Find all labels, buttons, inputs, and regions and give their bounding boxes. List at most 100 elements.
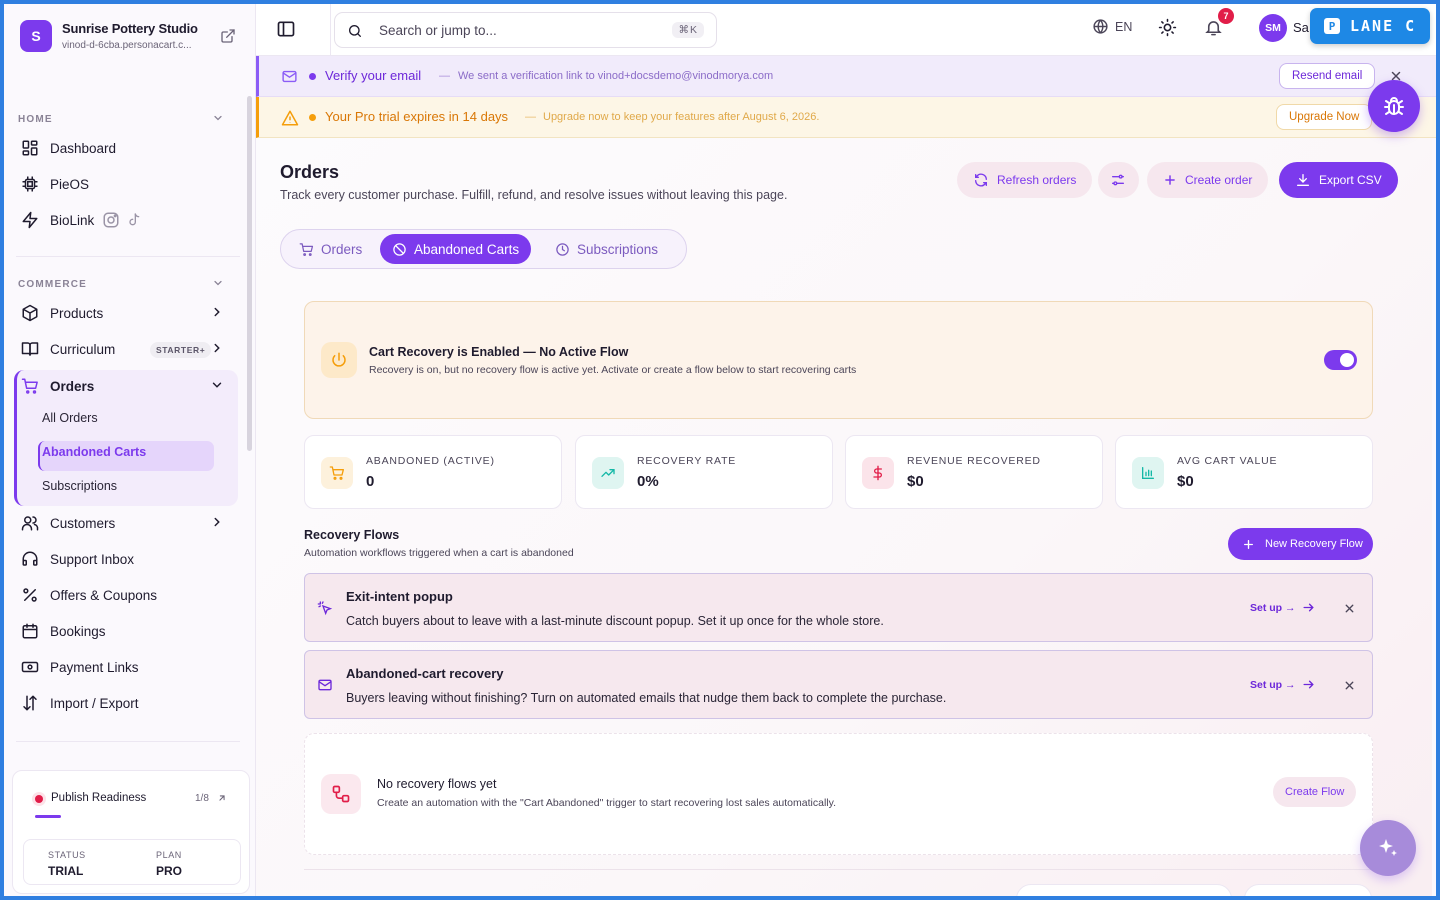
avatar[interactable]: SM — [1259, 14, 1287, 42]
cart-icon — [20, 376, 40, 396]
sidebar-subitem-all-orders[interactable]: All Orders — [42, 411, 98, 425]
new-recovery-flow-button[interactable]: New Recovery Flow — [1228, 528, 1373, 560]
import-export-icon — [20, 693, 40, 713]
sidebar-item-biolink[interactable]: BioLink — [14, 204, 236, 236]
tab-abandoned-carts[interactable]: Abandoned Carts — [380, 234, 532, 264]
sidebar-item-bookings[interactable]: Bookings — [14, 615, 236, 647]
flow-title: Exit-intent popup — [346, 589, 453, 604]
sidebar-item-import-export[interactable]: Import / Export — [14, 687, 236, 719]
bar-chart-icon — [1132, 457, 1164, 489]
globe-icon — [1092, 18, 1109, 35]
theme-toggle-icon[interactable] — [1158, 18, 1177, 37]
arrow-up-right-icon[interactable] — [217, 793, 227, 803]
external-link-icon[interactable] — [220, 28, 236, 44]
cart-recovery-toggle[interactable] — [1324, 350, 1357, 370]
sidebar-item-products[interactable]: Products — [14, 297, 236, 329]
notification-count-badge: 7 — [1218, 8, 1234, 24]
user-name[interactable]: Sa — [1293, 20, 1309, 35]
warning-icon — [281, 109, 299, 127]
sidebar-item-label: Customers — [50, 515, 116, 531]
dollar-icon — [862, 457, 894, 489]
sidebar-item-label: Offers & Coupons — [50, 587, 158, 603]
main-content: Orders Track every customer purchase. Fu… — [256, 138, 1432, 896]
resend-email-button[interactable]: Resend email — [1279, 63, 1376, 89]
sidebar-item-pieos[interactable]: PieOS — [14, 168, 236, 200]
sidebar-item-label: Orders — [50, 378, 95, 394]
sidebar-scrollbar[interactable] — [247, 96, 252, 451]
search-input[interactable]: Search or jump to... ⌘K — [334, 12, 717, 48]
stat-label: REVENUE RECOVERED — [907, 455, 1041, 467]
empty-text: Create an automation with the "Cart Aban… — [377, 797, 837, 809]
sidebar-item-offers-coupons[interactable]: Offers & Coupons — [14, 579, 236, 611]
close-icon[interactable] — [1343, 679, 1356, 692]
lane-indicator: P LANE C — [1310, 8, 1430, 44]
chevron-down-icon[interactable] — [212, 112, 224, 124]
plan-label: PLAN — [156, 850, 182, 860]
sidebar-item-support-inbox[interactable]: Support Inbox — [14, 543, 236, 575]
stat-value: 0 — [366, 473, 375, 490]
bug-report-button[interactable] — [1368, 80, 1420, 132]
lightning-icon — [20, 210, 40, 230]
sidebar: S Sunrise Pottery Studio vinod-d-6cba.pe… — [4, 4, 256, 896]
plan-badge: STARTER+ — [150, 342, 212, 358]
sidebar-item-label: BioLink — [50, 212, 95, 228]
sidebar-item-label: Support Inbox — [50, 551, 135, 567]
separator: — — [439, 70, 450, 82]
sidebar-subitem-abandoned-carts[interactable]: Abandoned Carts — [42, 445, 146, 459]
cursor-click-icon — [317, 600, 333, 616]
sidebar-item-label: PieOS — [50, 176, 90, 192]
download-icon — [1295, 172, 1311, 188]
filter-button[interactable] — [1098, 162, 1139, 198]
setup-label: Set up → — [1250, 601, 1296, 614]
refresh-orders-button[interactable]: Refresh orders — [957, 162, 1093, 198]
tab-orders[interactable]: Orders — [287, 234, 374, 264]
stat-card-revenue-recovered: REVENUE RECOVERED $0 — [845, 435, 1103, 509]
flow-suggestion-exit-intent: Exit-intent popup Catch buyers about to … — [304, 573, 1373, 642]
verify-email-banner: Verify your email — We sent a verificati… — [256, 56, 1436, 97]
sidebar-item-curriculum[interactable]: Curriculum STARTER+ — [14, 333, 236, 365]
setup-link[interactable]: Set up → — [1250, 678, 1315, 691]
publish-readiness-card[interactable]: Publish Readiness 1/8 STATUS TRIAL PLAN … — [12, 770, 250, 894]
ai-assistant-button[interactable] — [1360, 820, 1416, 876]
publish-progress-bar — [35, 815, 61, 818]
export-csv-button[interactable]: Export CSV — [1279, 162, 1398, 198]
setup-link[interactable]: Set up → — [1250, 601, 1315, 614]
language-switcher[interactable]: EN — [1092, 18, 1132, 35]
stat-label: RECOVERY RATE — [637, 455, 737, 467]
search-placeholder: Search or jump to... — [379, 23, 497, 38]
parking-icon: P — [1324, 18, 1340, 34]
sidebar-item-dashboard[interactable]: Dashboard — [14, 132, 236, 164]
sidebar-item-payment-links[interactable]: Payment Links — [14, 651, 236, 683]
create-order-label: Create order — [1185, 173, 1253, 187]
mail-icon — [317, 677, 333, 693]
workflow-icon — [321, 774, 361, 814]
commerce-section-header[interactable]: COMMERCE — [18, 279, 87, 290]
chevron-down-icon — [210, 378, 224, 392]
chevron-down-icon[interactable] — [212, 277, 224, 289]
create-flow-button[interactable]: Create Flow — [1273, 777, 1357, 807]
arrow-right-icon — [1302, 678, 1315, 691]
sidebar-toggle-icon[interactable] — [276, 19, 296, 39]
language-code: EN — [1115, 19, 1133, 34]
book-icon — [20, 339, 40, 359]
sidebar-item-label: Import / Export — [50, 695, 139, 711]
brand[interactable]: S Sunrise Pottery Studio vinod-d-6cba.pe… — [20, 20, 240, 56]
sidebar-item-orders[interactable]: Orders — [14, 370, 236, 402]
export-csv-label: Export CSV — [1319, 173, 1382, 187]
home-section-header[interactable]: HOME — [18, 114, 53, 125]
cart-icon — [299, 242, 314, 257]
tab-subscriptions[interactable]: Subscriptions — [543, 234, 670, 264]
sidebar-item-label: Payment Links — [50, 659, 139, 675]
sliders-icon — [1110, 172, 1126, 188]
refresh-icon — [973, 172, 989, 188]
close-icon[interactable] — [1343, 602, 1356, 615]
sidebar-subitem-subscriptions[interactable]: Subscriptions — [42, 479, 117, 493]
status-dot — [309, 73, 316, 80]
sidebar-item-customers[interactable]: Customers — [14, 507, 236, 539]
tiktok-icon — [126, 211, 142, 229]
clock-icon — [555, 242, 570, 257]
cart-recovery-card: Cart Recovery is Enabled — No Active Flo… — [304, 301, 1373, 419]
upgrade-now-button[interactable]: Upgrade Now — [1276, 104, 1373, 130]
arrow-right-icon — [1302, 601, 1315, 614]
create-order-button[interactable]: Create order — [1147, 162, 1269, 198]
